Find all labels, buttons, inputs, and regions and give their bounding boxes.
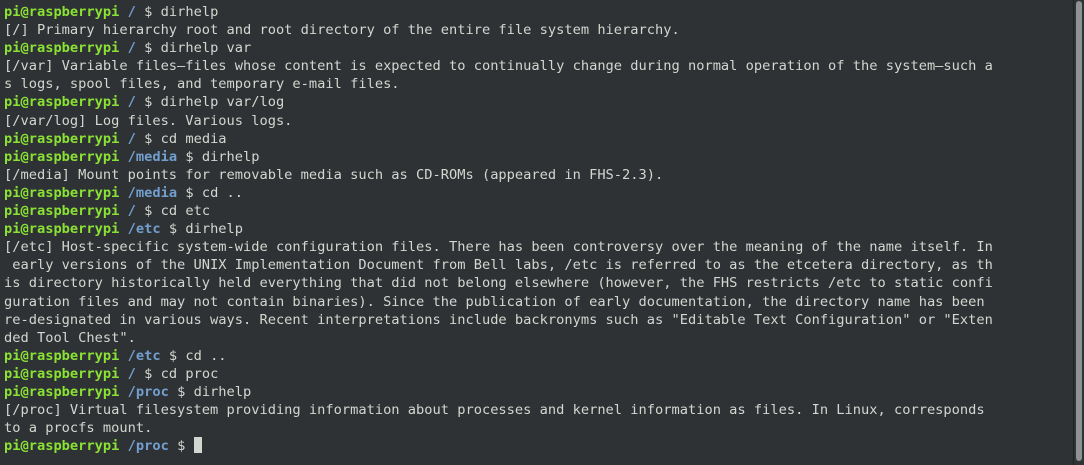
prompt-user: pi@raspberrypi [4, 221, 120, 238]
output-text: re-designated in various ways. Recent in… [4, 311, 993, 328]
scrollbar-thumb[interactable] [1076, 1, 1082, 461]
prompt-user: pi@raspberrypi [4, 347, 120, 364]
command-text: cd .. [201, 184, 244, 201]
command-text: dirhelp [160, 4, 219, 20]
prompt-line: pi@raspberrypi / $ dirhelp var [4, 39, 1070, 57]
prompt-user: pi@raspberrypi [4, 365, 120, 382]
prompt-symbol: $ [144, 94, 153, 111]
prompt-symbol: $ [177, 383, 186, 400]
output-line: [/var/log] Log files. Various logs. [4, 112, 1070, 130]
prompt-path: / [127, 365, 136, 382]
prompt-line: pi@raspberrypi / $ cd media [4, 130, 1070, 148]
output-text: [/var/log] Log files. Various logs. [4, 112, 293, 129]
prompt-user: pi@raspberrypi [4, 148, 120, 165]
output-line: ded Tool Chest". [4, 329, 1070, 347]
prompt-user: pi@raspberrypi [4, 40, 120, 57]
prompt-user: pi@raspberrypi [4, 130, 120, 147]
prompt-user: pi@raspberrypi [4, 94, 120, 111]
prompt-symbol: $ [144, 365, 153, 382]
output-line: s logs, spool files, and temporary e-mai… [4, 75, 1070, 93]
output-text: [/etc] Host-specific system-wide configu… [4, 239, 993, 256]
output-text: s logs, spool files, and temporary e-mai… [4, 76, 400, 93]
prompt-user: pi@raspberrypi [4, 4, 120, 20]
prompt-symbol: $ [144, 203, 153, 220]
prompt-line: pi@raspberrypi / $ cd proc [4, 365, 1070, 383]
prompt-path: /etc [127, 347, 161, 364]
command-text: cd proc [160, 365, 219, 382]
prompt-path: /etc [127, 221, 161, 238]
output-text: is directory historically held everythin… [4, 275, 993, 292]
prompt-path: / [127, 4, 136, 20]
output-text: to a procfs mount. [4, 420, 153, 437]
output-text: [/var] Variable files—files whose conten… [4, 58, 993, 75]
prompt-symbol: $ [144, 4, 153, 20]
output-text: early versions of the UNIX Implementatio… [4, 257, 993, 274]
prompt-path: /media [127, 184, 178, 201]
output-line: early versions of the UNIX Implementatio… [4, 256, 1070, 274]
prompt-line: pi@raspberrypi /media $ dirhelp [4, 148, 1070, 166]
output-text: [/media] Mount points for removable medi… [4, 166, 664, 183]
command-text: cd .. [185, 347, 227, 364]
command-text: dirhelp [193, 383, 252, 400]
output-line: [/media] Mount points for removable medi… [4, 166, 1070, 184]
terminal-window[interactable]: pi@raspberrypi / $ dirhelp [/] Primary hi… [0, 0, 1074, 465]
command-text: dirhelp var [160, 40, 252, 57]
prompt-line: pi@raspberrypi / $ cd etc [4, 202, 1070, 220]
prompt-line: pi@raspberrypi /media $ cd .. [4, 184, 1070, 202]
prompt-line: pi@raspberrypi / $ dirhelp [4, 3, 1070, 21]
command-text: dirhelp [201, 148, 260, 165]
output-text: ded Tool Chest". [4, 329, 136, 346]
output-text: guration files and may not contain binar… [4, 293, 985, 310]
command-text: cd media [160, 130, 227, 147]
prompt-line: pi@raspberrypi / $ dirhelp var/log [4, 93, 1070, 111]
output-line: guration files and may not contain binar… [4, 293, 1070, 311]
output-line: re-designated in various ways. Recent in… [4, 311, 1070, 329]
prompt-line: pi@raspberrypi /etc $ dirhelp [4, 220, 1070, 238]
output-line: [/etc] Host-specific system-wide configu… [4, 238, 1070, 256]
prompt-path: / [127, 40, 136, 57]
command-text: dirhelp [185, 221, 244, 238]
command-text: dirhelp var/log [160, 94, 285, 111]
terminal-scrollbar[interactable] [1073, 0, 1084, 465]
prompt-user: pi@raspberrypi [4, 383, 120, 400]
prompt-user: pi@raspberrypi [4, 438, 120, 455]
text-cursor[interactable] [193, 437, 202, 454]
output-line: [/] Primary hierarchy root and root dire… [4, 21, 1070, 39]
output-line: [/proc] Virtual filesystem providing inf… [4, 401, 1070, 419]
prompt-line: pi@raspberrypi /proc $ [4, 437, 1070, 455]
prompt-symbol: $ [168, 347, 178, 364]
prompt-user: pi@raspberrypi [4, 184, 120, 201]
prompt-symbol: $ [185, 148, 194, 165]
prompt-path: /proc [127, 438, 169, 455]
output-line: [/var] Variable files—files whose conten… [4, 57, 1070, 75]
prompt-symbol: $ [177, 438, 186, 455]
prompt-line: pi@raspberrypi /proc $ dirhelp [4, 383, 1070, 401]
prompt-user: pi@raspberrypi [4, 203, 120, 220]
prompt-path: / [127, 94, 136, 111]
prompt-path: / [127, 130, 136, 147]
prompt-symbol: $ [168, 221, 178, 238]
prompt-symbol: $ [144, 40, 153, 57]
output-text: [/] Primary hierarchy root and root dire… [4, 22, 680, 39]
prompt-path: / [127, 203, 136, 220]
output-line: to a procfs mount. [4, 419, 1070, 437]
prompt-symbol: $ [144, 130, 153, 147]
output-line: is directory historically held everythin… [4, 274, 1070, 292]
prompt-path: /proc [127, 383, 169, 400]
prompt-symbol: $ [185, 184, 194, 201]
output-text: [/proc] Virtual filesystem providing inf… [4, 402, 985, 419]
command-text: cd etc [160, 203, 211, 220]
prompt-line: pi@raspberrypi /etc $ cd .. [4, 347, 1070, 365]
prompt-path: /media [127, 148, 178, 165]
